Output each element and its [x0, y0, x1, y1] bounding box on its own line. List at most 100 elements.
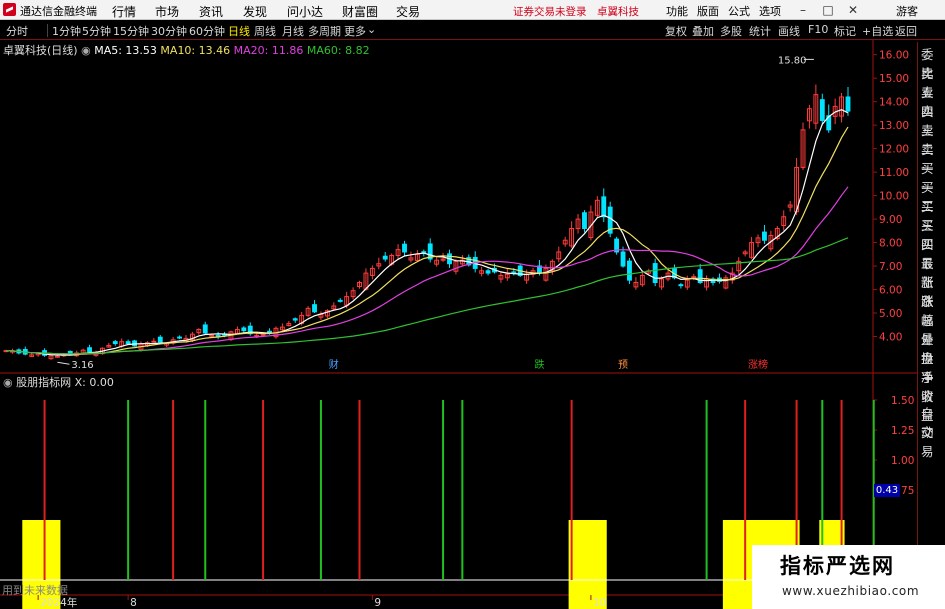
ma20-value: MA20: 11.86 [233, 44, 304, 57]
y-tick-label: 13.00 [879, 120, 909, 132]
toolbar-divider [47, 24, 48, 37]
y-tick-label: 7.00 [879, 261, 902, 273]
menu-function[interactable]: 功能 [666, 3, 688, 19]
minimize-icon[interactable]: – [795, 2, 811, 18]
btn-back[interactable]: 返回 [895, 23, 917, 39]
candle-body [54, 355, 60, 358]
menu-market-quotes[interactable]: 行情 [112, 3, 136, 20]
ma5-value: MA5: 13.53 [94, 44, 157, 57]
price-info-line: 卓翼科技(日线) ◉ MA5: 13.53 MA10: 13.46 MA20: … [3, 42, 370, 58]
candle-body [312, 304, 317, 313]
period-1min[interactable]: 1分钟 [52, 23, 81, 39]
watermark-url: www.xuezhibiao.com [782, 584, 920, 598]
candle-body [267, 330, 272, 333]
period-multi[interactable]: 多周期 [308, 23, 341, 39]
candle-body [620, 251, 626, 267]
menu-wealth-circle[interactable]: 财富圈 [342, 3, 378, 20]
trade-login-notice: 证券交易未登录 卓翼科技 [513, 6, 639, 18]
menu-layout[interactable]: 版面 [697, 3, 719, 19]
kline-chart[interactable]: 16.00 15.00 14.00 13.00 12.00 11.00 10.00 9.00 8… [0, 40, 917, 609]
close-icon[interactable]: ✕ [845, 2, 861, 18]
candle-body [157, 336, 163, 343]
y-tick-label: 16.00 [879, 50, 909, 62]
btn-f10[interactable]: F10 [808, 23, 828, 36]
guest-user[interactable]: 游客 [896, 3, 918, 19]
indicator-label: 股朋指标网 X: 0.00 [16, 376, 114, 389]
candle-body [402, 243, 407, 253]
indicator-y-label: 1.00 [891, 455, 914, 467]
period-5min[interactable]: 5分钟 [82, 23, 111, 39]
y-tick-label: 5.00 [879, 308, 902, 320]
y-tick-label: 12.00 [879, 144, 909, 156]
event-marker: 财 [329, 358, 339, 371]
menu-discover[interactable]: 发现 [243, 3, 267, 20]
maximize-icon[interactable]: □ [820, 2, 836, 18]
y-tick-label: 11.00 [879, 167, 909, 179]
btn-draw[interactable]: 画线 [778, 23, 800, 39]
candle-body [678, 284, 684, 287]
signal-zone [568, 520, 607, 609]
candle-body [202, 324, 208, 334]
ma10-value: MA10: 13.46 [160, 44, 231, 57]
candle-body [845, 96, 851, 112]
btn-add-watchlist[interactable]: +自选 [862, 23, 893, 39]
chevron-down-icon[interactable]: ⌄ [367, 23, 376, 36]
candle-body [819, 99, 825, 121]
candle-body [382, 255, 388, 260]
x-tick-label: 8 [130, 597, 137, 609]
menu-formula[interactable]: 公式 [728, 3, 750, 19]
ma5-line [5, 109, 849, 356]
candle-body [241, 327, 247, 332]
candle-body [112, 341, 118, 345]
y-tick-label: 6.00 [879, 285, 902, 297]
candle-body [601, 196, 607, 218]
event-marker: 跌 [534, 358, 544, 371]
candle-body [292, 318, 298, 321]
candle-body [485, 270, 491, 274]
y-tick-label: 8.00 [879, 238, 902, 250]
y-tick-label: 10.00 [879, 191, 909, 203]
low-price-arrow [57, 361, 70, 365]
period-60min[interactable]: 60分钟 [189, 23, 225, 39]
high-price-label: 15.80 [778, 55, 807, 66]
ma60-line [5, 237, 849, 355]
settings-icon[interactable]: ◉ [81, 44, 91, 57]
menu-news[interactable]: 资讯 [199, 3, 223, 20]
period-daily[interactable]: 日线 [228, 23, 250, 39]
event-marker: 涨榜 [748, 358, 768, 371]
candle-body [151, 340, 157, 343]
event-marker: 预 [618, 359, 628, 371]
y-tick-label: 15.00 [879, 73, 909, 85]
y-tick-label: 4.00 [879, 332, 902, 344]
btn-stats[interactable]: 统计 [749, 23, 771, 39]
btn-overlay[interactable]: 叠加 [692, 23, 714, 39]
indicator-info-line: ◉ 股朋指标网 X: 0.00 [3, 374, 114, 390]
candle-body [177, 336, 182, 339]
btn-adjust[interactable]: 复权 [665, 23, 687, 39]
app-logo-icon [3, 3, 16, 16]
period-intraday[interactable]: 分时 [6, 23, 28, 39]
candle-body [337, 299, 343, 302]
period-monthly[interactable]: 月线 [282, 23, 304, 39]
menu-options[interactable]: 选项 [759, 3, 781, 19]
candle-body [652, 263, 658, 283]
period-more[interactable]: 更多 [344, 23, 366, 39]
stock-label: 卓翼科技(日线) [3, 44, 78, 57]
menu-market[interactable]: 市场 [155, 3, 179, 20]
y-tick-label: 14.00 [879, 97, 909, 109]
period-15min[interactable]: 15分钟 [113, 23, 149, 39]
menu-trade[interactable]: 交易 [396, 3, 420, 20]
watermark-title: 指标严选网 [780, 554, 895, 578]
y-tick-label: 9.00 [879, 214, 902, 226]
period-30min[interactable]: 30分钟 [151, 23, 187, 39]
indicator-y-label: 1.25 [891, 425, 914, 437]
btn-mark[interactable]: 标记 [834, 23, 856, 39]
btn-multi-stock[interactable]: 多股 [720, 23, 742, 39]
auto-trade-label[interactable]: 交易 [921, 422, 945, 460]
settings-icon[interactable]: ◉ [3, 376, 13, 389]
candle-body [67, 350, 73, 354]
future-data-note: 用到未来数据 [2, 584, 68, 597]
candle-body [582, 212, 587, 229]
period-weekly[interactable]: 周线 [254, 23, 276, 39]
menu-ask-xiaoda[interactable]: 问小达 [287, 3, 323, 20]
